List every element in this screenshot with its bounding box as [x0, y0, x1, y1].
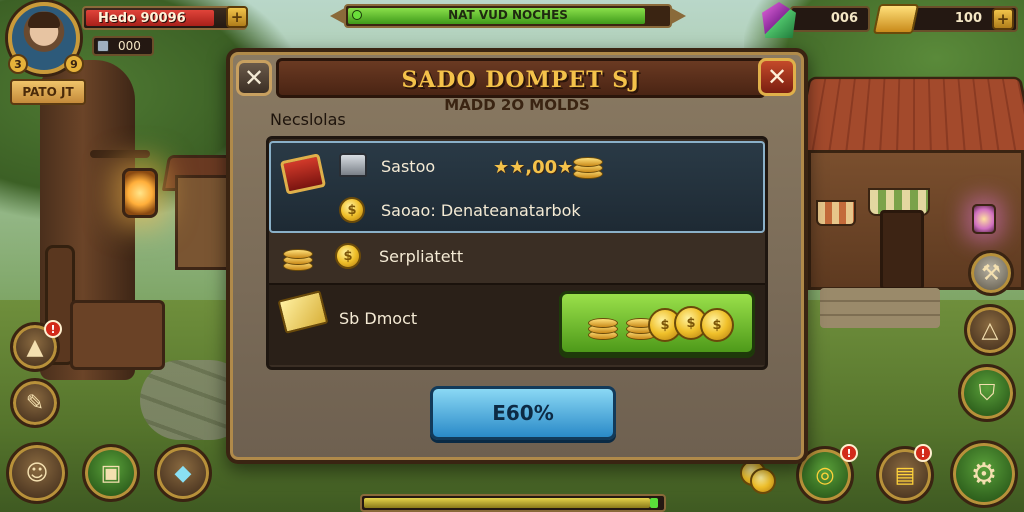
shield-button[interactable]: ⛉: [958, 364, 1016, 422]
gold-value: 100: [954, 11, 982, 26]
gem-counter: 006: [790, 6, 870, 32]
item-list: Sastoo ★★,00★ $ Saoao: Denateanatarbok $…: [266, 136, 768, 370]
list-item[interactable]: Sb Dmoct $ $ $: [269, 283, 765, 365]
quest-title-bar: NAT VUD NOCHES: [330, 2, 686, 30]
scroll-icon: ✎: [25, 390, 45, 416]
helmet-icon: ▲: [26, 334, 44, 360]
character-icon: ☺: [25, 460, 49, 486]
item-name: Serpliatett: [379, 247, 464, 266]
hammer-button[interactable]: ⚒: [968, 250, 1014, 296]
item-description: Saoao: Denateanatarbok: [381, 201, 581, 220]
wooden-bench: [70, 300, 165, 370]
player-name: Hedo 90096: [98, 11, 186, 26]
gear-icon: ⚙: [970, 456, 998, 492]
coin-icon: $: [335, 243, 361, 269]
lantern-right: [972, 204, 996, 234]
title-bar-label: NAT VUD NOCHES: [448, 8, 568, 22]
bottom-progress-fill: [364, 498, 650, 508]
lantern-left: [122, 168, 158, 218]
backpack-icon: ▣: [100, 460, 122, 486]
gem-small-icon: [97, 40, 109, 52]
back-button[interactable]: ✕: [236, 60, 272, 96]
player-name-bar: Hedo 90096: [82, 6, 247, 30]
house-door: [880, 210, 924, 290]
tent-button[interactable]: △: [964, 304, 1016, 356]
chest-icon: [279, 153, 327, 195]
rank-button[interactable]: PATO JT: [10, 79, 86, 105]
confirm-button[interactable]: E60%: [430, 386, 616, 440]
crystal-button[interactable]: ◆: [154, 444, 212, 502]
small-gem-value: 000: [118, 39, 141, 53]
loose-coins-decoration: [740, 460, 776, 494]
gold-plus-button[interactable]: +: [992, 8, 1014, 30]
quest-notification: !: [44, 320, 62, 338]
hammer-icon: ⚒: [981, 260, 1001, 286]
coin-icon: $: [339, 197, 365, 223]
crystal-shard-icon: ◆: [174, 460, 192, 486]
bottom-progress-tip: [650, 498, 658, 508]
awning-small: [816, 200, 856, 226]
anvil-icon: [339, 153, 367, 177]
inventory-notification: !: [840, 444, 858, 462]
item-name: Sastoo: [381, 157, 436, 176]
shop-dialog: ✕ SADO DOMPET SJ ✕ MADD 2O MOLDS Necslol…: [226, 48, 808, 464]
close-button[interactable]: ✕: [758, 58, 796, 96]
tent-icon: △: [981, 317, 999, 343]
settings-button[interactable]: ⚙: [950, 440, 1018, 508]
dialog-title: SADO DOMPET SJ: [401, 67, 641, 93]
dialog-header: SADO DOMPET SJ: [276, 58, 766, 98]
small-gem-counter: 000: [92, 36, 154, 56]
avatar-hair: [28, 12, 60, 28]
buy-button[interactable]: $ $ $: [559, 291, 755, 355]
shop-icon: ▤: [894, 462, 916, 488]
close-icon: ✕: [766, 63, 788, 91]
title-bar-dot: [352, 10, 362, 20]
item-name: Sb Dmoct: [339, 309, 418, 328]
list-item[interactable]: $ Serpliatett: [269, 235, 765, 279]
item-price: ★★,00★: [493, 157, 574, 178]
house-steps: [820, 288, 940, 328]
close-icon: ✕: [243, 64, 265, 92]
shop-notification: !: [914, 444, 932, 462]
backpack-button[interactable]: ▣: [82, 444, 140, 502]
bottom-progress-bar: [360, 494, 666, 512]
coin-icon: $: [700, 308, 734, 342]
lamp-arm: [90, 150, 150, 158]
gem-value: 006: [830, 11, 858, 26]
list-item-selected[interactable]: Sastoo ★★,00★ $ Saoao: Denateanatarbok: [269, 141, 765, 233]
coin-icon: ◎: [815, 462, 835, 488]
character-button[interactable]: ☺: [6, 442, 68, 504]
player-plus-button[interactable]: +: [226, 6, 248, 28]
shield-icon: ⛉: [978, 380, 996, 406]
section-label: Necslolas: [270, 110, 346, 129]
cash-icon: [277, 290, 329, 334]
title-bar-frame: NAT VUD NOCHES: [344, 4, 672, 28]
map-button[interactable]: ✎: [10, 378, 60, 428]
level-badge-left: 3: [8, 54, 28, 74]
gold-bar-icon: [872, 4, 920, 34]
coin-icon: [750, 468, 776, 494]
level-badge-right: 9: [64, 54, 84, 74]
